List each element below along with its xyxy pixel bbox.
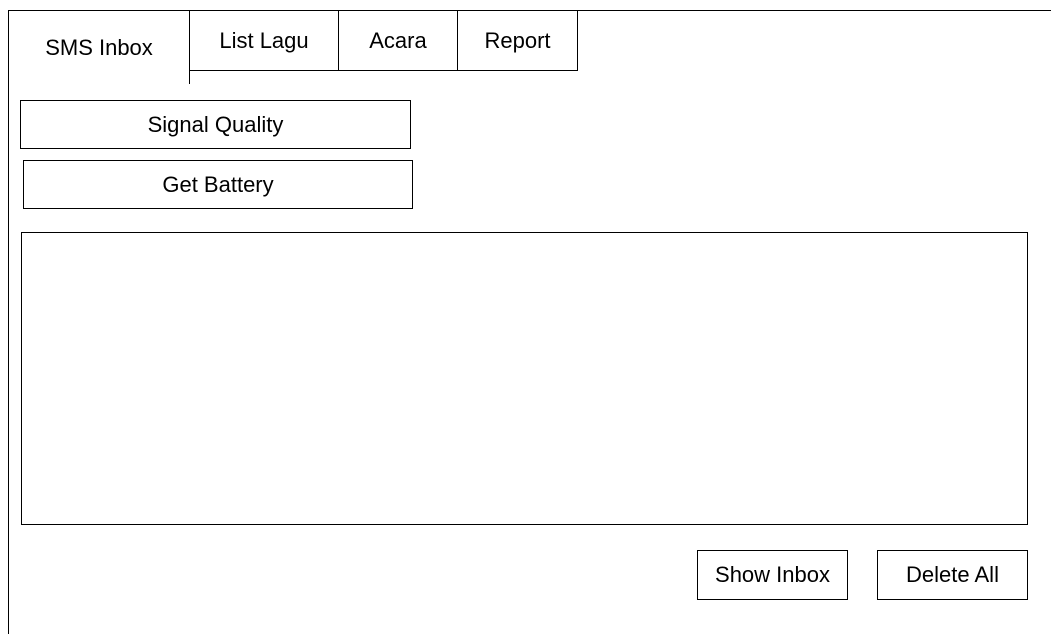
message-display-area[interactable] xyxy=(21,232,1028,525)
frame-left-border xyxy=(8,10,9,634)
get-battery-button[interactable]: Get Battery xyxy=(23,160,413,209)
delete-all-button[interactable]: Delete All xyxy=(877,550,1028,600)
show-inbox-button[interactable]: Show Inbox xyxy=(697,550,848,600)
sms-window: SMS Inbox List Lagu Acara Report Signal … xyxy=(0,0,1051,634)
signal-quality-button[interactable]: Signal Quality xyxy=(20,100,411,149)
tab-sms-inbox[interactable]: SMS Inbox xyxy=(8,10,190,84)
tab-list-lagu[interactable]: List Lagu xyxy=(189,10,339,71)
tab-acara[interactable]: Acara xyxy=(338,10,458,71)
tab-report[interactable]: Report xyxy=(457,10,578,71)
frame-top-border xyxy=(578,10,1051,11)
